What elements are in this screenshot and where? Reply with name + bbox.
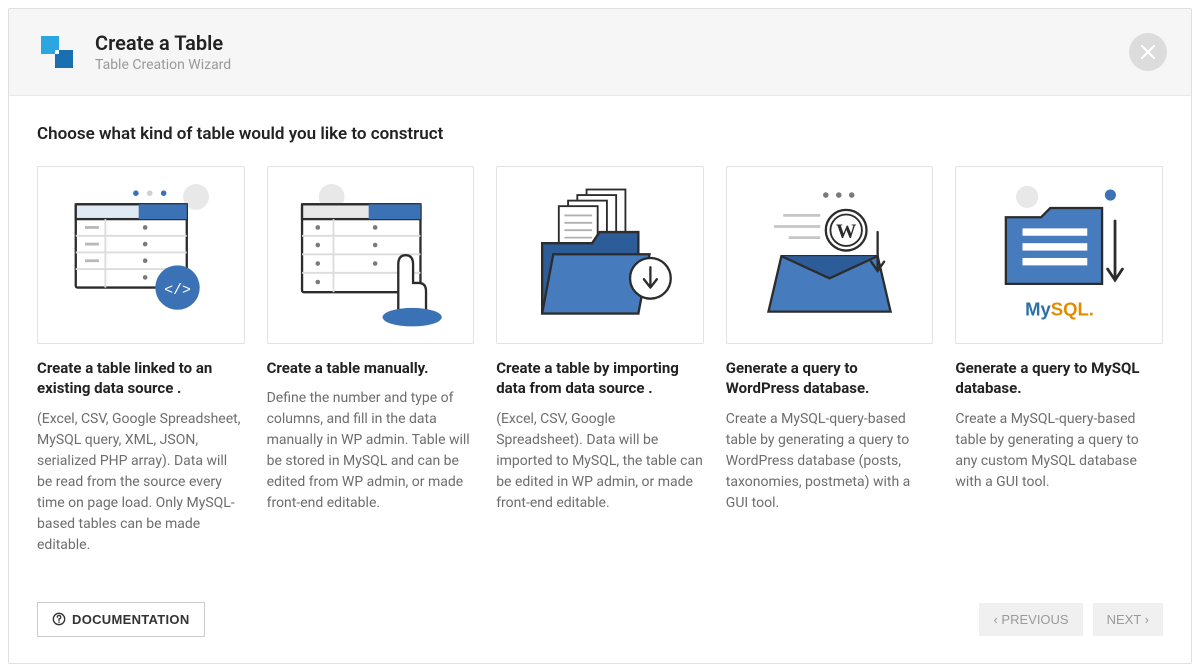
option-desc: Define the number and type of columns, a… <box>267 388 475 514</box>
svg-text:MySQL.: MySQL. <box>1025 298 1094 319</box>
option-desc: Create a MySQL-query-based table by gene… <box>955 409 1163 493</box>
wordpress-inbox-icon: W <box>737 176 922 334</box>
option-import-tile[interactable] <box>496 166 704 344</box>
option-wordpress-query-tile[interactable]: W <box>726 166 934 344</box>
folder-import-icon <box>507 176 692 334</box>
dialog-footer: DOCUMENTATION ‹ PREVIOUS NEXT › <box>9 584 1191 663</box>
option-title: Create a table linked to an existing dat… <box>37 358 245 399</box>
option-desc: Create a MySQL-query-based table by gene… <box>726 409 934 514</box>
close-button[interactable] <box>1129 33 1167 71</box>
wizard-dialog: Create a Table Table Creation Wizard Cho… <box>8 8 1192 664</box>
option-title: Create a table manually. <box>267 358 475 378</box>
option-title: Generate a query to MySQL database. <box>955 358 1163 399</box>
dialog-title: Create a Table <box>95 31 231 55</box>
app-logo-icon <box>37 32 77 72</box>
option-linked-source: </> Create a table linked to an existing… <box>37 166 245 556</box>
prompt-text: Choose what kind of table would you like… <box>37 124 1163 144</box>
next-label: NEXT <box>1107 612 1141 627</box>
option-title: Create a table by importing data from da… <box>496 358 704 399</box>
table-hand-icon <box>278 176 463 334</box>
chevron-right-icon: › <box>1141 612 1149 627</box>
option-manual-tile[interactable] <box>267 166 475 344</box>
option-desc: (Excel, CSV, Google Spreadsheet). Data w… <box>496 409 704 514</box>
option-mysql-query-tile[interactable]: MySQL. <box>955 166 1163 344</box>
dialog-subtitle: Table Creation Wizard <box>95 57 231 73</box>
option-manual: Create a table manually. Define the numb… <box>267 166 475 556</box>
documentation-label: DOCUMENTATION <box>72 612 190 627</box>
help-icon <box>52 612 66 626</box>
option-title: Generate a query to WordPress database. <box>726 358 934 399</box>
mysql-my-text: My <box>1025 298 1051 319</box>
previous-label: PREVIOUS <box>1001 612 1068 627</box>
table-code-icon: </> <box>48 176 233 334</box>
dialog-header: Create a Table Table Creation Wizard <box>9 9 1191 96</box>
previous-button[interactable]: ‹ PREVIOUS <box>979 603 1082 636</box>
svg-text:</>: </> <box>164 283 191 299</box>
mysql-folder-icon: MySQL. <box>967 176 1152 334</box>
option-mysql-query: MySQL. Generate a query to MySQL databas… <box>955 166 1163 556</box>
card-grid: </> Create a table linked to an existing… <box>37 166 1163 556</box>
option-desc: (Excel, CSV, Google Spreadsheet, MySQL q… <box>37 409 245 556</box>
option-linked-source-tile[interactable]: </> <box>37 166 245 344</box>
option-import: Create a table by importing data from da… <box>496 166 704 556</box>
mysql-sql-text: SQL. <box>1050 298 1093 319</box>
svg-text:W: W <box>836 220 857 242</box>
option-wordpress-query: W Generate a query to WordPress database… <box>726 166 934 556</box>
documentation-button[interactable]: DOCUMENTATION <box>37 602 205 637</box>
next-button[interactable]: NEXT › <box>1093 603 1163 636</box>
close-icon <box>1141 45 1155 59</box>
